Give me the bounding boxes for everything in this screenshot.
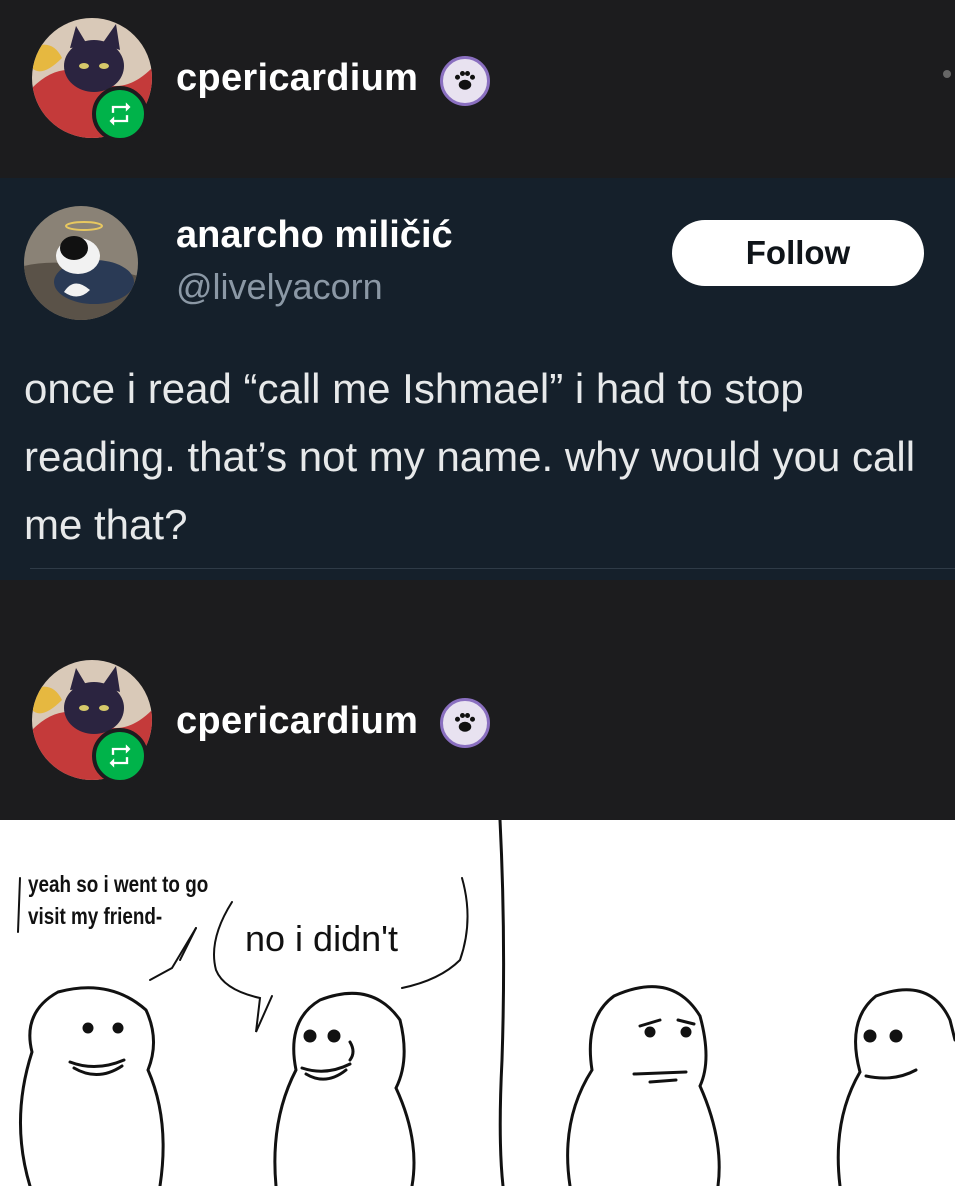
paw-badge-icon [440, 56, 490, 106]
reblog-icon [92, 86, 148, 142]
tweet-handle[interactable]: @livelyacorn [176, 266, 383, 308]
avatar-image [24, 206, 138, 320]
comic-image: yeah so i went to go visit my friend- no… [0, 820, 955, 1186]
tweet-display-name[interactable]: anarcho miličić [176, 214, 453, 257]
speech-bubble-2: no i didn't [245, 918, 398, 959]
speech-bubble-1: yeah so i went to go visit my friend- [28, 871, 209, 929]
more-dot-icon[interactable] [943, 70, 951, 78]
reblog-icon [92, 728, 148, 784]
follow-button[interactable]: Follow [672, 220, 924, 286]
tweet-text: once i read “call me Ishmael” i had to s… [24, 365, 916, 548]
reblog-header-1: cpericardium [0, 0, 955, 180]
paw-badge-icon [440, 698, 490, 748]
username[interactable]: cpericardium [176, 57, 418, 100]
tweet-avatar[interactable] [24, 206, 138, 320]
reblog-header-2: cpericardium [0, 580, 955, 820]
username[interactable]: cpericardium [176, 700, 418, 743]
tweet-divider [30, 568, 955, 569]
